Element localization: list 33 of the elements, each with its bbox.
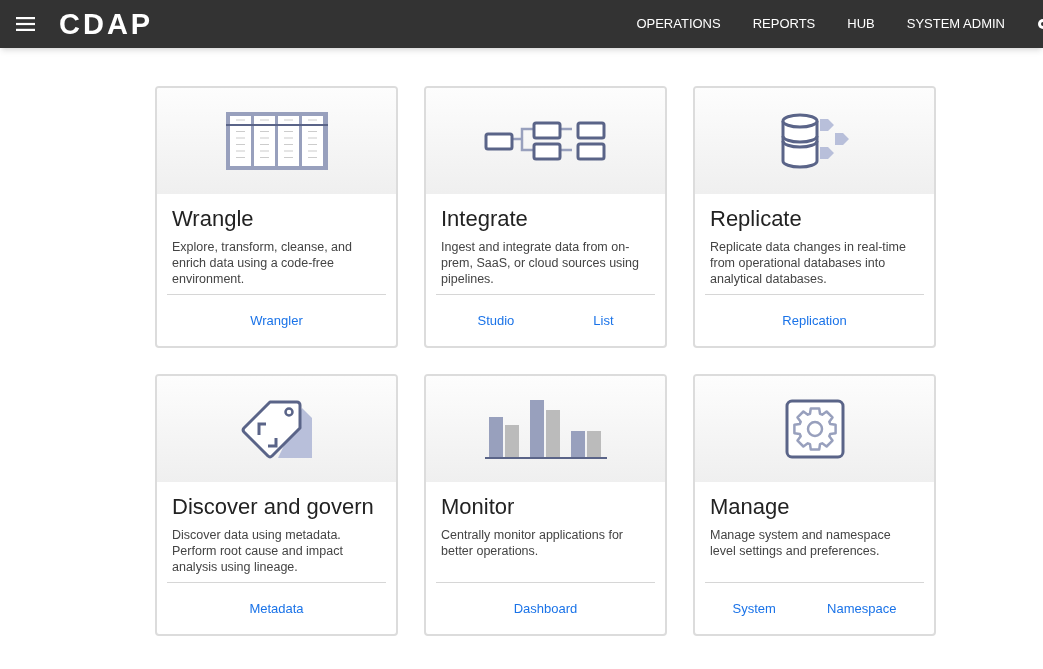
database-icon xyxy=(779,111,850,171)
card-link[interactable]: Studio xyxy=(477,310,515,331)
nav-link[interactable]: SYSTEM ADMIN xyxy=(890,14,1021,34)
card-link[interactable]: Dashboard xyxy=(513,598,578,619)
card-description: Discover data using metadata. Perform root cause and impact analysis using lineage. xyxy=(172,527,344,575)
card-description: Manage system and namespace level settings and preferences. xyxy=(710,527,892,560)
table-icon xyxy=(225,112,328,170)
gear-icon xyxy=(784,399,845,459)
card-description: Ingest and integrate data from on-prem, SaaS, or cloud sources using pipelines. xyxy=(441,239,641,287)
gear-icon[interactable] xyxy=(1037,17,1043,31)
card-description: Replicate data changes in real-time from operational databases into analytical databases. xyxy=(710,239,907,287)
card-link[interactable]: Namespace xyxy=(827,598,897,619)
nav-link[interactable]: REPORTS xyxy=(736,14,832,34)
card-title: Monitor xyxy=(441,493,516,521)
logo[interactable]: CDAP xyxy=(59,9,154,39)
card-link[interactable]: List xyxy=(593,310,614,331)
card-title: Integrate xyxy=(441,205,529,233)
card-link[interactable]: Wrangler xyxy=(250,310,303,331)
card-link[interactable]: Replication xyxy=(782,310,847,331)
card-title: Manage xyxy=(710,493,791,521)
nav-link[interactable]: HUB xyxy=(831,14,891,34)
card-link[interactable]: System xyxy=(732,598,776,619)
menu-icon[interactable] xyxy=(16,17,35,31)
card-description: Centrally monitor applications for better operations. xyxy=(441,527,625,560)
card-title: Discover and govern xyxy=(172,493,375,521)
card-title: Replicate xyxy=(710,205,803,233)
card-title: Wrangle xyxy=(172,205,255,233)
nav-link[interactable]: OPERATIONS xyxy=(620,14,737,34)
bar-chart-icon xyxy=(484,399,607,459)
card-link[interactable]: Metadata xyxy=(249,598,304,619)
tag-icon xyxy=(239,398,314,460)
card-description: Explore, transform, cleanse, and enrich data using a code-free environment. xyxy=(172,239,353,287)
pipeline-icon xyxy=(483,121,608,161)
